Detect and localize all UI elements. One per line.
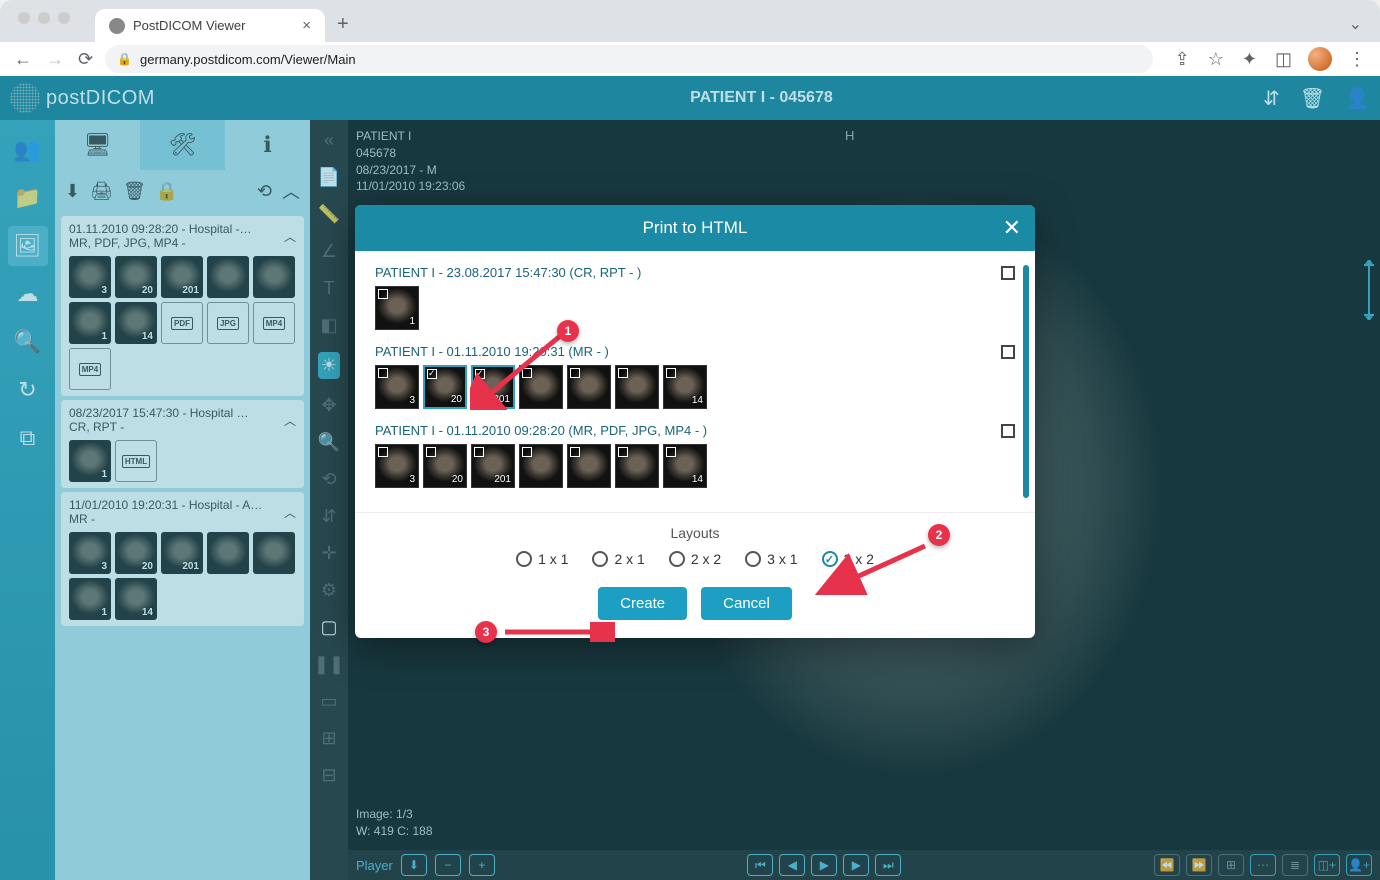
callout-3: 3 <box>475 621 497 643</box>
callout-1: 1 <box>557 320 579 342</box>
extensions-icon[interactable]: ✦ <box>1240 47 1259 72</box>
study-checkbox[interactable] <box>1001 266 1015 280</box>
window-minimize[interactable] <box>38 12 50 24</box>
modal-thumbnail[interactable]: 3 <box>375 365 419 409</box>
browser-tab[interactable]: PostDICOM Viewer × <box>95 9 325 42</box>
modal-close-icon[interactable]: ✕ <box>1003 215 1021 241</box>
modal-thumbnail[interactable]: 201 <box>471 444 515 488</box>
profile-avatar[interactable] <box>1308 47 1332 71</box>
favicon <box>109 18 125 34</box>
bookmark-icon[interactable]: ☆ <box>1206 47 1226 72</box>
modal-study-header: PATIENT I - 23.08.2017 15:47:30 (CR, RPT… <box>375 265 1015 280</box>
window-close[interactable] <box>18 12 30 24</box>
url-text: germany.postdicom.com/Viewer/Main <box>140 52 356 67</box>
tab-close-icon[interactable]: × <box>302 17 311 34</box>
new-tab-button[interactable]: + <box>325 7 361 42</box>
url-bar[interactable]: 🔒 germany.postdicom.com/Viewer/Main <box>105 45 1153 73</box>
nav-reload-icon[interactable]: ⟳ <box>76 47 95 72</box>
modal-title: Print to HTML <box>643 218 748 238</box>
modal-thumbnail[interactable]: 20 <box>423 365 467 409</box>
layout-option[interactable]: 2 x 1 <box>592 551 644 567</box>
modal-thumbnail[interactable]: 1 <box>375 286 419 330</box>
menu-icon[interactable]: ⋮ <box>1346 47 1368 72</box>
study-checkbox[interactable] <box>1001 345 1015 359</box>
modal-header: Print to HTML ✕ <box>355 205 1035 251</box>
lock-icon: 🔒 <box>117 52 132 66</box>
modal-thumbnail[interactable] <box>519 444 563 488</box>
browser-chrome: PostDICOM Viewer × + ⌄ ← → ⟳ 🔒 germany.p… <box>0 0 1380 76</box>
layout-option[interactable]: 1 x 1 <box>516 551 568 567</box>
modal-thumbnail[interactable]: 20 <box>423 444 467 488</box>
panel-icon[interactable]: ◫ <box>1273 47 1294 72</box>
share-icon[interactable]: ⇪ <box>1173 47 1192 72</box>
window-maximize[interactable] <box>58 12 70 24</box>
modal-thumbnail[interactable] <box>615 444 659 488</box>
modal-thumbnail[interactable] <box>567 444 611 488</box>
tab-title: PostDICOM Viewer <box>133 18 245 33</box>
nav-back-icon[interactable]: ← <box>12 47 34 72</box>
callout-2: 2 <box>928 524 950 546</box>
modal-thumbnail[interactable]: 14 <box>663 444 707 488</box>
modal-thumbnail[interactable] <box>615 365 659 409</box>
tabs-dropdown-icon[interactable]: ⌄ <box>1331 6 1380 42</box>
modal-study-header: PATIENT I - 01.11.2010 09:28:20 (MR, PDF… <box>375 423 1015 438</box>
modal-thumbnail[interactable]: 14 <box>663 365 707 409</box>
nav-forward-icon[interactable]: → <box>44 47 66 72</box>
study-checkbox[interactable] <box>1001 424 1015 438</box>
modal-thumbnail[interactable]: 3 <box>375 444 419 488</box>
